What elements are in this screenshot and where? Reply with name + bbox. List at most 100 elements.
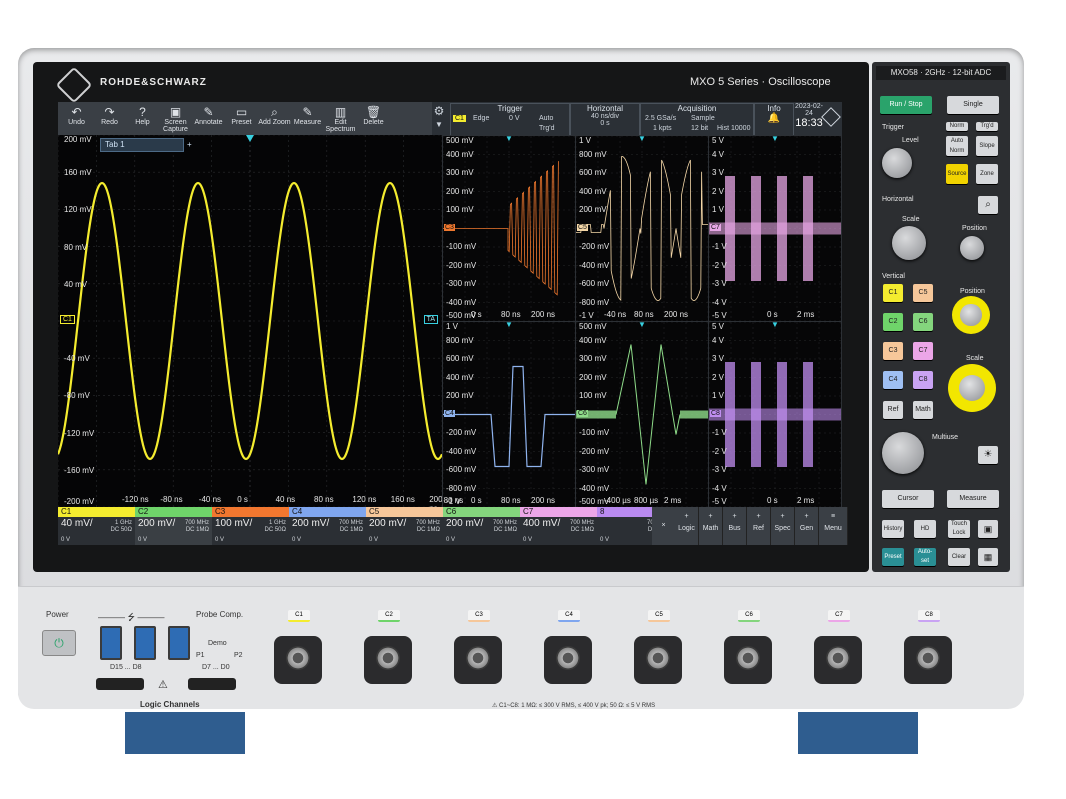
logic-channels-label: Logic Channels [140, 700, 200, 709]
channel-bandwidth: 1 GHz [268, 520, 286, 526]
toolbar-label: Delete [363, 119, 384, 126]
measure-button[interactable]: Measure [947, 490, 999, 508]
preset-button[interactable]: Preset [882, 548, 904, 566]
trigger-level-marker[interactable]: TA [423, 315, 438, 324]
bottom-button-ref[interactable]: + Ref [747, 507, 771, 545]
zoom-diagram-c3[interactable]: 500 mV 400 mV 300 mV 200 mV 100 mV -100 mV -20… [442, 135, 576, 322]
screenshot-camera-icon[interactable]: ▣ [978, 520, 998, 538]
toolbar-button-2[interactable]: ? Help [126, 102, 159, 135]
channel-bw-coupling: 1 GHz DC 50Ω [265, 520, 287, 534]
zoom-y-label: -200 mV [446, 428, 477, 437]
channel-box-c7[interactable]: C7 400 mV/700 MHz DC 1MΩ 0 V [520, 507, 598, 545]
info-readout[interactable]: Info 🔔 [754, 103, 794, 136]
bottom-button-menu[interactable]: ≡ Menu [819, 507, 848, 545]
bottom-button-gen[interactable]: + Gen [795, 507, 819, 545]
zoom-diagram-c7[interactable]: 5 V 4 V 3 V 2 V 1 V -1 V -2 V -3 V -4 V -5 V 0 s 2 … [708, 135, 842, 322]
horizontal-readout[interactable]: Horizontal 40 ns/div 0 s [570, 103, 640, 136]
auto-norm-button[interactable]: Auto Norm [946, 136, 968, 156]
x-tick-label: -120 ns [122, 495, 149, 504]
ref-button[interactable]: Ref [883, 401, 903, 419]
bottom-button-logic[interactable]: + Logic [675, 507, 699, 545]
add-tab-button[interactable]: + [187, 139, 192, 151]
zoom-diagram-c4[interactable]: 1 V 800 mV 600 mV 400 mV 200 mV -200 mV -400 m… [442, 321, 576, 508]
zoom-button-icon[interactable]: ⌕ [978, 196, 998, 214]
cursor-button[interactable]: Cursor [882, 490, 934, 508]
zoom-svg [709, 136, 841, 321]
channel-button-c1[interactable]: C1 [883, 284, 903, 302]
source-button[interactable]: Source [946, 164, 968, 184]
trigger-source: C1 [453, 115, 466, 122]
horizontal-scale-knob[interactable] [892, 226, 926, 260]
channel-box-c3[interactable]: C3 100 mV/1 GHz DC 50Ω 0 V [212, 507, 290, 545]
channel-button-c2[interactable]: C2 [883, 313, 903, 331]
close-icon[interactable]: × [652, 507, 676, 545]
channel-box-c2[interactable]: C2 200 mV/700 MHz DC 1MΩ 0 V [135, 507, 213, 545]
left-foot [125, 712, 245, 754]
channel-box-c5[interactable]: C5 200 mV/700 MHz DC 1MΩ 0 V [366, 507, 444, 545]
touch-lock-button[interactable]: Touch Lock [948, 520, 970, 538]
acquisition-readout[interactable]: Acquisition 2.5 GSa/s Sample 1 kpts 12 b… [640, 103, 754, 136]
zoom-svg [443, 136, 575, 321]
ruler-icon: ✎ [302, 105, 313, 119]
slope-button[interactable]: Slope [976, 136, 998, 156]
channel-button-c3[interactable]: C3 [883, 342, 903, 360]
warning-triangle-icon: ⚠ [158, 679, 168, 691]
y-tick-label: 120 mV [64, 205, 92, 215]
toolbar-button-1[interactable]: ↷ Redo [93, 102, 126, 135]
tab-1[interactable]: Tab 1 + [100, 138, 192, 152]
multiuse-knob[interactable] [882, 432, 924, 474]
collapse-chevron-icon[interactable]: ▼ [432, 120, 446, 129]
vertical-scale-knob[interactable] [948, 364, 996, 412]
trigger-level-knob[interactable] [882, 148, 912, 178]
zoom-y-label: 300 mV [446, 168, 474, 177]
clear-button[interactable]: Clear [948, 548, 970, 566]
math-button[interactable]: Math [913, 401, 933, 419]
settings-gear-icon[interactable]: ⚙ [432, 104, 446, 118]
bottom-button-spec[interactable]: + Spec [771, 507, 795, 545]
power-button-icon[interactable]: ⏻ [42, 630, 76, 656]
horizontal-position-knob[interactable] [960, 236, 984, 260]
zoom-y-label: 400 mV [579, 335, 607, 345]
zoom-diagram-c6[interactable]: 500 mV 400 mV 300 mV 200 mV 100 mV -100 mV -20… [575, 321, 709, 508]
trigger-readout[interactable]: Trigger C1 Edge 0 V Auto Trg'd [450, 103, 570, 136]
toolbar-button-7[interactable]: ✎ Measure [291, 102, 324, 135]
v-position-label: Position [960, 288, 985, 295]
level-label: Level [902, 137, 919, 144]
toolbar-button-5[interactable]: ▭ Preset [225, 102, 258, 135]
toolbar-button-9[interactable]: 🗑 Delete [357, 102, 390, 135]
vertical-position-knob[interactable] [952, 296, 990, 334]
bottom-button-bus[interactable]: + Bus [723, 507, 747, 545]
c1-offset-marker[interactable]: C1 [60, 315, 75, 324]
toolbar-button-8[interactable]: ▥ Edit Spectrum [324, 102, 357, 135]
hd-button[interactable]: HD [914, 520, 936, 538]
toolbar-button-3[interactable]: ▣ Screen Capture [159, 102, 192, 135]
history-button[interactable]: History [882, 520, 904, 538]
norm-indicator: Norm [946, 122, 968, 131]
apps-grid-icon[interactable]: ▦ [978, 548, 998, 566]
undo-icon: ↶ [71, 105, 82, 119]
channel-button-c8[interactable]: C8 [913, 371, 933, 389]
channel-button-c7[interactable]: C7 [913, 342, 933, 360]
channel-button-c6[interactable]: C6 [913, 313, 933, 331]
channel-button-c5[interactable]: C5 [913, 284, 933, 302]
toolbar-button-0[interactable]: ↶ Undo [60, 102, 93, 135]
autoset-button[interactable]: Auto-set [914, 548, 936, 566]
main-diagram[interactable]: 200 mV 160 mV 120 mV 80 mV 40 mV -40 mV -80 mV… [56, 134, 443, 513]
toolbar-button-4[interactable]: ✎ Annotate [192, 102, 225, 135]
logic-port-low [188, 678, 236, 690]
channel-box-c4[interactable]: C4 200 mV/700 MHz DC 1MΩ 0 V [289, 507, 367, 545]
channel-box-c6[interactable]: C6 200 mV/700 MHz DC 1MΩ 0 V [443, 507, 521, 545]
zoom-diagram-c8[interactable]: 5 V 4 V 3 V 2 V 1 V -1 V -2 V -3 V -4 V -5 V 0 s 2 … [708, 321, 842, 508]
channel-box-c1[interactable]: C1 40 mV/1 GHz DC 50Ω 0 V [58, 507, 136, 545]
run-stop-button[interactable]: Run / Stop [880, 96, 932, 114]
zoom-x-label: 80 ns [634, 310, 654, 319]
channel-offset: 0 V [523, 537, 533, 543]
zoom-diagram-c5[interactable]: 1 V 800 mV 600 mV 400 mV 200 mV -200 mV -400 m… [575, 135, 709, 322]
single-button[interactable]: Single [947, 96, 999, 114]
channel-button-c4[interactable]: C4 [883, 371, 903, 389]
x-tick-label: 40 ns [275, 495, 296, 504]
toolbar-button-6[interactable]: ⌕ Add Zoom [258, 102, 291, 135]
zone-button[interactable]: Zone [976, 164, 998, 184]
brightness-button-icon[interactable]: ☀ [978, 446, 998, 464]
bottom-button-math[interactable]: + Math [699, 507, 723, 545]
